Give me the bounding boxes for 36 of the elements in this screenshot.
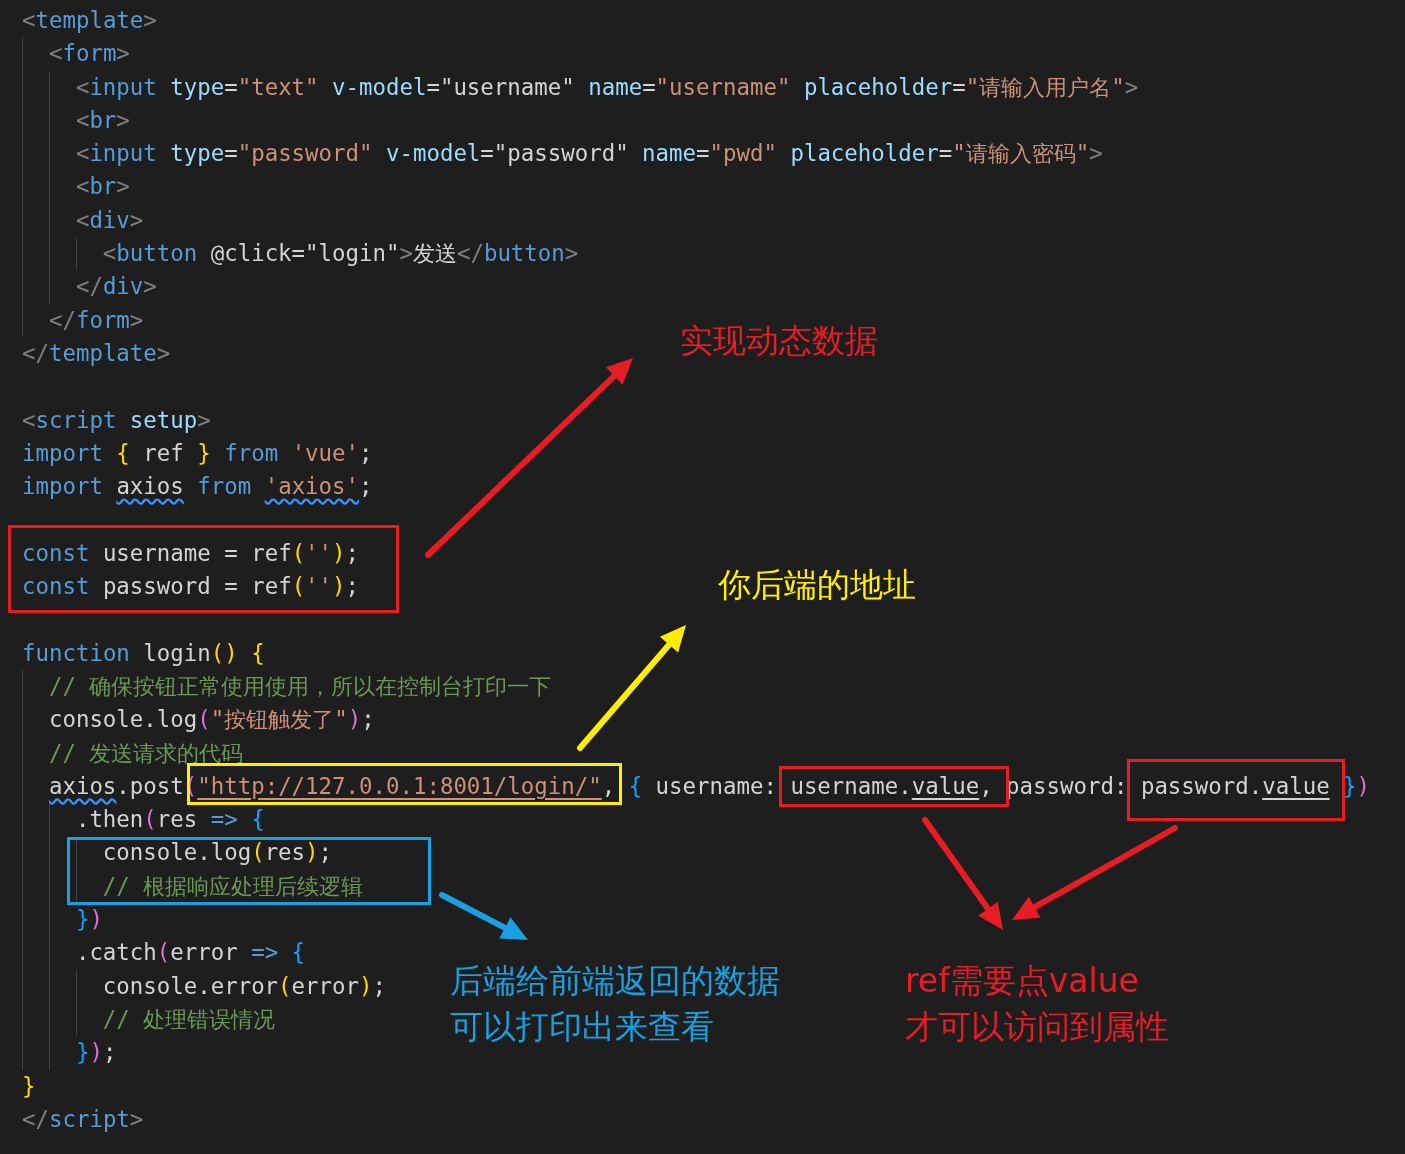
annotation-text: 你后端的地址 <box>718 564 916 606</box>
code-line: console.log(res); <box>102 838 333 868</box>
code-line: import { ref } from 'vue'; <box>22 438 373 468</box>
code-line: <div> <box>75 205 144 235</box>
code-line: }) <box>75 905 103 934</box>
code-line: // 确保按钮正常使用使用，所以在控制台打印一下 <box>48 671 552 701</box>
code-line: } <box>22 1071 36 1101</box>
annotation-text: 后端给前端返回的数据 <box>450 960 780 1002</box>
code-line: </template> <box>22 338 171 368</box>
code-line: console.log("按钮触发了"); <box>48 705 375 735</box>
code-line: // 根据响应处理后续逻辑 <box>102 871 364 901</box>
code-line: <template> <box>22 6 157 35</box>
code-line: .catch(error => { <box>75 938 306 968</box>
code-line: </script> <box>22 1104 144 1134</box>
code-line: }); <box>75 1038 117 1068</box>
code-line: <br> <box>75 105 130 135</box>
code-line: import axios from 'axios'; <box>22 472 373 502</box>
annotation-text: 可以打印出来查看 <box>450 1006 715 1048</box>
code-line: <script setup> <box>22 405 211 435</box>
code-line: <input type="text" v-model="username" name="username" placeholder="请输入用户名"> <box>75 72 1139 102</box>
annotation-text: 实现动态数据 <box>680 320 878 362</box>
code-line: <button @click="login">发送</button> <box>102 239 579 269</box>
code-line: <form> <box>48 39 130 69</box>
code-line: // 处理错误情况 <box>102 1004 276 1034</box>
annotation-text: 才可以访问到属性 <box>905 1006 1169 1048</box>
code-line: function login() { <box>22 638 265 668</box>
code-line: console.error(error); <box>102 971 386 1001</box>
code-line: </form> <box>48 305 144 335</box>
code-line: const username = ref(''); <box>22 538 360 568</box>
code-line: </div> <box>75 272 157 302</box>
annotation-text: ref需要点value <box>905 960 1140 1002</box>
code-line: <br> <box>75 172 130 202</box>
code-line: <input type="password" v-model="password" name="pwd" placeholder="请输入密码"> <box>75 139 1103 169</box>
code-line: // 发送请求的代码 <box>48 738 244 768</box>
code-line: .then(res => { <box>75 805 265 835</box>
code-line: const password = ref(''); <box>22 572 360 602</box>
